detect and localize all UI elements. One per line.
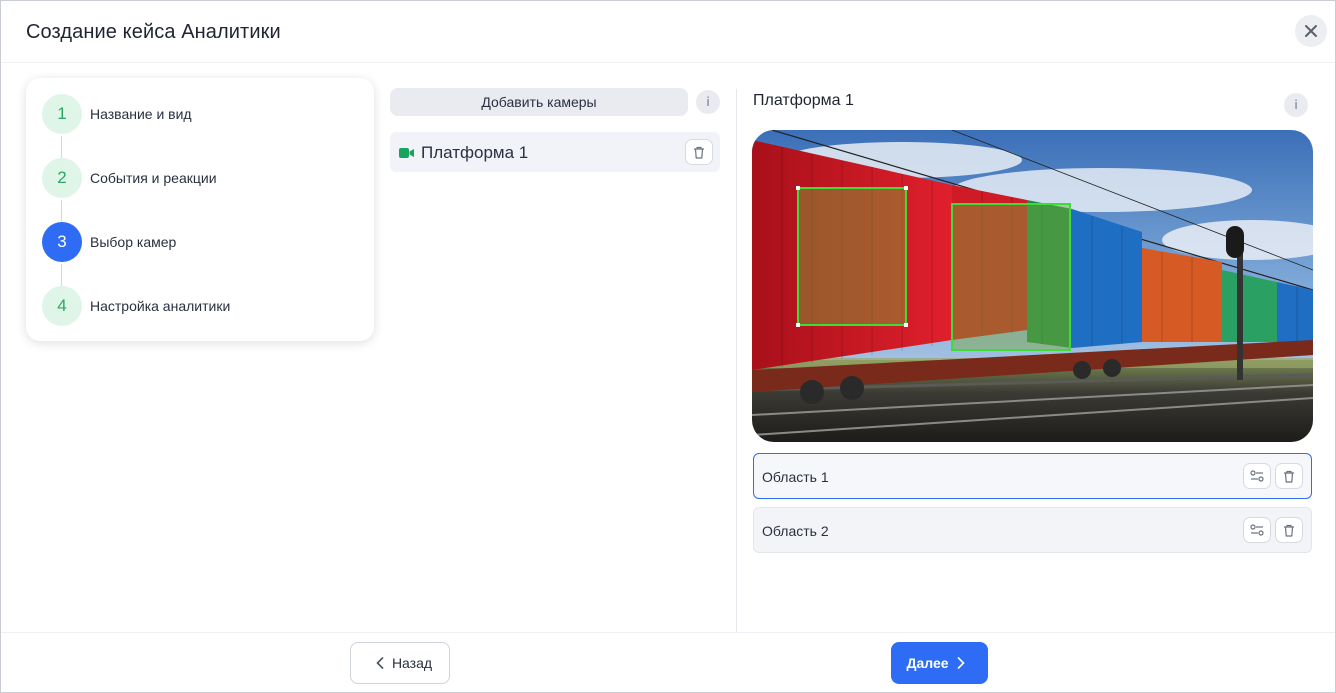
- trash-icon: [1284, 524, 1294, 537]
- area-delete-button[interactable]: [1275, 463, 1303, 489]
- area-label: Область 2: [762, 523, 829, 539]
- area-item-2[interactable]: Область 2: [753, 507, 1312, 553]
- trash-icon: [694, 146, 704, 159]
- step-number: 2: [42, 158, 82, 198]
- close-button[interactable]: [1295, 15, 1327, 47]
- camera-list-item[interactable]: Платформа 1: [390, 132, 720, 172]
- close-icon: [1305, 25, 1317, 37]
- area-label: Область 1: [762, 469, 829, 485]
- wizard-stepper: 1 Название и вид 2 События и реакции 3 В…: [26, 78, 374, 341]
- delete-camera-button[interactable]: [685, 139, 713, 165]
- camera-icon: [399, 148, 414, 158]
- step-connector: [61, 264, 62, 288]
- next-label: Далее: [906, 655, 949, 671]
- preview-title: Платформа 1: [753, 92, 854, 109]
- analytics-case-dialog: Создание кейса Аналитики 1 Название и ви…: [0, 0, 1336, 693]
- step-label: Выбор камер: [90, 234, 177, 250]
- add-cameras-button[interactable]: Добавить камеры: [390, 88, 688, 116]
- sliders-icon: [1250, 470, 1264, 482]
- area-settings-button[interactable]: [1243, 517, 1271, 543]
- camera-label: Платформа 1: [421, 143, 529, 162]
- column-divider: [736, 89, 737, 632]
- info-label: i: [1294, 98, 1298, 112]
- area-delete-button[interactable]: [1275, 517, 1303, 543]
- dialog-footer: [1, 632, 1335, 693]
- info-icon[interactable]: i: [696, 90, 720, 114]
- step-number: 1: [42, 94, 82, 134]
- step-number: 3: [42, 222, 82, 262]
- step-connector: [61, 136, 62, 160]
- area-settings-button[interactable]: [1243, 463, 1271, 489]
- step-4[interactable]: 4 Настройка аналитики: [42, 286, 230, 326]
- camera-preview-image[interactable]: [752, 130, 1313, 442]
- step-label: События и реакции: [90, 170, 217, 186]
- next-button[interactable]: Далее: [891, 642, 988, 684]
- info-label: i: [706, 95, 710, 109]
- dialog-title: Создание кейса Аналитики: [26, 21, 281, 43]
- step-connector: [61, 200, 62, 224]
- step-2[interactable]: 2 События и реакции: [42, 158, 217, 198]
- step-1[interactable]: 1 Название и вид: [42, 94, 192, 134]
- trash-icon: [1284, 470, 1294, 483]
- step-number: 4: [42, 286, 82, 326]
- info-icon[interactable]: i: [1284, 93, 1308, 117]
- step-label: Настройка аналитики: [90, 298, 231, 314]
- step-3[interactable]: 3 Выбор камер: [42, 222, 176, 262]
- sliders-icon: [1250, 524, 1264, 536]
- chevron-right-icon: [957, 657, 965, 669]
- back-button[interactable]: Назад: [350, 642, 450, 684]
- freight-train-photo: [752, 130, 1313, 442]
- back-label: Назад: [391, 655, 433, 671]
- area-item-1[interactable]: Область 1: [753, 453, 1312, 499]
- dialog-header: Создание кейса Аналитики: [1, 1, 1335, 63]
- step-label: Название и вид: [90, 106, 192, 122]
- chevron-left-icon: [376, 657, 384, 669]
